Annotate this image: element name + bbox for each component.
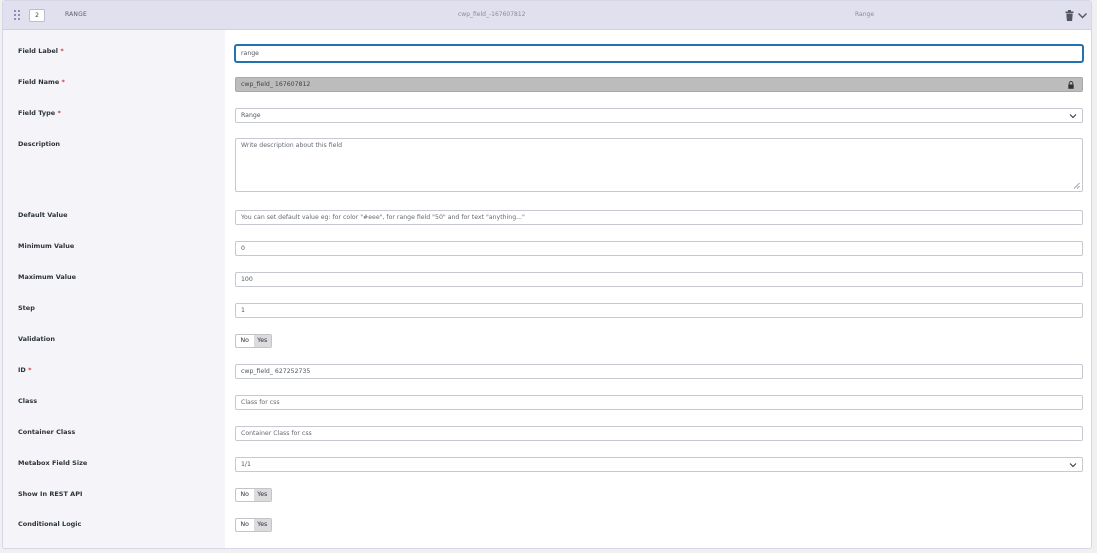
- field-type-select[interactable]: Range: [235, 108, 1083, 123]
- required-mark: *: [60, 47, 64, 55]
- toggle-yes[interactable]: Yes: [253, 519, 271, 531]
- min-value-input[interactable]: 0: [235, 241, 1083, 256]
- required-mark: *: [61, 78, 65, 86]
- field-type-title: RANGE: [65, 11, 87, 18]
- required-mark: *: [28, 366, 32, 374]
- field-name-input: cwp_field_ 167607812: [235, 77, 1083, 92]
- conditional-logic-label: Conditional Logic: [18, 520, 82, 528]
- rest-api-label: Show In REST API: [18, 490, 83, 498]
- default-value-input[interactable]: You can set default value eg: for color …: [235, 210, 1083, 225]
- chevron-down-icon: [1069, 114, 1077, 119]
- validation-label: Validation: [18, 335, 55, 343]
- container-class-input[interactable]: Container Class for css: [235, 426, 1083, 441]
- description-textarea[interactable]: Write description about this field: [235, 138, 1083, 192]
- container-class-label: Container Class: [18, 428, 76, 436]
- label-column: [3, 30, 225, 548]
- toggle-yes[interactable]: Yes: [253, 489, 271, 501]
- field-order-badge: 2: [29, 9, 45, 22]
- field-name-title: cwp_field_-167607812: [458, 11, 526, 18]
- field-name-value: cwp_field_ 167607812: [241, 81, 311, 88]
- toggle-yes[interactable]: Yes: [253, 335, 271, 347]
- class-input[interactable]: Class for css: [235, 395, 1083, 410]
- field-settings-panel: 2 RANGE cwp_field_-167607812 Range Field…: [2, 0, 1092, 549]
- metabox-size-value: 1/1: [241, 461, 251, 468]
- trash-icon[interactable]: [1065, 10, 1074, 21]
- field-name-label: Field Name *: [18, 78, 65, 86]
- conditional-logic-toggle[interactable]: No Yes: [235, 518, 272, 532]
- metabox-size-select[interactable]: 1/1: [235, 457, 1083, 472]
- required-mark: *: [57, 109, 61, 117]
- lock-icon: [1068, 81, 1074, 89]
- field-type-value: Range: [241, 112, 261, 119]
- field-label-input[interactable]: range: [235, 45, 1083, 62]
- validation-toggle[interactable]: No Yes: [235, 334, 272, 348]
- max-value-label: Maximum Value: [18, 273, 77, 281]
- drag-handle-icon[interactable]: [14, 10, 22, 20]
- rest-api-toggle[interactable]: No Yes: [235, 488, 272, 502]
- field-label-label: Field Label *: [18, 47, 64, 55]
- field-label-title: Range: [855, 11, 875, 18]
- field-type-label: Field Type *: [18, 109, 61, 117]
- class-label: Class: [18, 397, 38, 405]
- id-label: ID *: [18, 366, 32, 374]
- max-value-input[interactable]: 100: [235, 272, 1083, 287]
- field-header[interactable]: 2 RANGE cwp_field_-167607812 Range: [3, 1, 1091, 30]
- toggle-no[interactable]: No: [236, 335, 254, 347]
- min-value-label: Minimum Value: [18, 242, 75, 250]
- step-input[interactable]: 1: [235, 303, 1083, 318]
- default-value-label: Default Value: [18, 211, 68, 219]
- description-placeholder: Write description about this field: [241, 142, 343, 149]
- id-input[interactable]: cwp_field_ 627252735: [235, 364, 1083, 379]
- description-label: Description: [18, 140, 61, 148]
- chevron-down-icon: [1069, 463, 1077, 468]
- resize-grip-icon[interactable]: [1073, 182, 1080, 189]
- chevron-down-icon[interactable]: [1077, 10, 1088, 21]
- step-label: Step: [18, 304, 35, 312]
- metabox-size-label: Metabox Field Size: [18, 459, 88, 467]
- toggle-no[interactable]: No: [236, 489, 254, 501]
- toggle-no[interactable]: No: [236, 519, 254, 531]
